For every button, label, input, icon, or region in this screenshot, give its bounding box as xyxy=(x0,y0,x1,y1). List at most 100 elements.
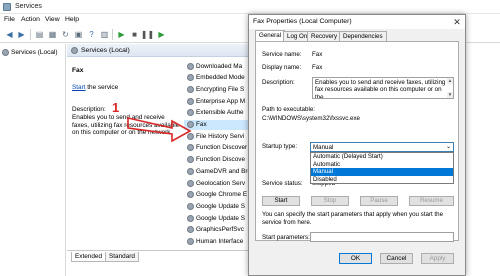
forward-icon[interactable]: ▶ xyxy=(16,29,27,40)
description-label: Description: xyxy=(262,79,295,86)
tab-recovery[interactable]: Recovery xyxy=(307,31,342,41)
start-service-link[interactable]: Start xyxy=(72,84,86,91)
startup-type-label: Startup type: xyxy=(262,143,298,150)
view-tabs: Extended Standard xyxy=(67,250,251,262)
pause-button[interactable]: Pause xyxy=(360,196,398,206)
annotation-number-1: 1 xyxy=(112,100,120,115)
chevron-down-icon[interactable]: ⌄ xyxy=(446,143,451,150)
tab-extended[interactable]: Extended xyxy=(71,252,107,262)
service-row-name: GraphicsPerfSvc xyxy=(196,226,244,234)
start-parameters-input[interactable] xyxy=(310,232,454,242)
gear-icon xyxy=(187,214,194,222)
properties-icon[interactable]: ▦ xyxy=(47,29,58,40)
start-parameters-label: Start parameters: xyxy=(262,234,310,241)
start-service-suffix: the service xyxy=(85,84,119,91)
service-row-name: Extensible Authe xyxy=(196,109,244,117)
startup-option-disabled[interactable]: Disabled xyxy=(311,176,453,184)
startup-option-automatic-delayed[interactable]: Automatic (Delayed Start) xyxy=(311,153,453,161)
service-row[interactable]: Extensible Authe xyxy=(184,108,251,118)
service-name-value: Fax xyxy=(312,51,323,58)
stop-service-icon[interactable]: ■ xyxy=(129,29,140,40)
dialog-title: Fax Properties (Local Computer) xyxy=(253,18,352,25)
scroll-down-icon[interactable]: ▼ xyxy=(447,92,453,98)
service-row[interactable]: Google Chrome E xyxy=(184,190,251,200)
gear-icon xyxy=(187,97,194,105)
service-row-name: GameDVR and Bro xyxy=(196,167,251,175)
view-icon[interactable]: ▥ xyxy=(99,29,110,40)
toolbar-separator xyxy=(30,29,31,40)
service-row[interactable]: Embedded Mode xyxy=(184,73,251,83)
gear-icon xyxy=(187,156,194,164)
service-name-label: Service name: xyxy=(262,51,302,58)
service-row[interactable]: Google Update S xyxy=(184,201,251,211)
restart-service-icon[interactable]: ▶ xyxy=(156,29,167,40)
service-row[interactable]: GameDVR and Bro xyxy=(184,166,251,176)
gear-icon xyxy=(187,202,194,210)
service-row[interactable]: Downloaded Ma xyxy=(184,61,251,71)
services-app-icon xyxy=(3,3,11,11)
gear-icon xyxy=(187,191,194,199)
ok-button[interactable]: OK xyxy=(339,253,372,264)
service-row-name: File History Servi xyxy=(196,132,245,140)
gear-icon xyxy=(187,74,194,82)
cancel-button[interactable]: Cancel xyxy=(380,253,413,264)
description-box[interactable]: Enables you to send and receive faxes, u… xyxy=(312,77,454,99)
menu-action[interactable]: Action xyxy=(21,16,40,23)
service-row[interactable]: Fax xyxy=(184,119,251,130)
stop-button[interactable]: Stop xyxy=(311,196,349,206)
export-icon[interactable]: ▣ xyxy=(73,29,84,40)
start-button[interactable]: Start xyxy=(262,196,300,206)
window-title: Services xyxy=(15,3,42,10)
service-row[interactable]: Function Discove xyxy=(184,155,251,165)
startup-option-automatic[interactable]: Automatic xyxy=(311,161,453,169)
description-label: Description: xyxy=(72,106,106,113)
tab-general[interactable]: General xyxy=(255,30,286,41)
console-tree-icon[interactable]: ▤ xyxy=(34,29,45,40)
service-row-name: Google Chrome E xyxy=(196,191,248,199)
service-row[interactable]: Google Update S xyxy=(184,213,251,223)
service-row-name: Geolocation Serv xyxy=(196,179,246,187)
service-row-name: Enterprise App M xyxy=(196,97,246,105)
close-icon[interactable]: ✕ xyxy=(452,17,462,27)
service-row[interactable]: GraphicsPerfSvc xyxy=(184,225,251,235)
gear-icon xyxy=(187,109,194,117)
service-row[interactable]: Function Discover xyxy=(184,143,251,153)
service-row-name: Google Update S xyxy=(196,202,246,210)
service-row[interactable]: File History Servi xyxy=(184,131,251,141)
startup-type-select[interactable]: Manual ⌄ xyxy=(310,142,454,152)
gear-icon xyxy=(71,47,78,54)
service-row[interactable]: Encrypting File S xyxy=(184,84,251,94)
selected-service-name: Fax xyxy=(72,67,84,74)
back-icon[interactable]: ◀ xyxy=(4,29,15,40)
service-row[interactable]: Geolocation Serv xyxy=(184,178,251,188)
gear-icon xyxy=(2,48,9,56)
service-row-name: Function Discove xyxy=(196,156,246,164)
apply-button[interactable]: Apply xyxy=(421,253,454,264)
service-row[interactable]: Human Interface xyxy=(184,237,251,247)
service-status-label: Service status: xyxy=(262,180,303,187)
tree-item-services-local[interactable]: Services (Local) xyxy=(2,47,58,57)
help-icon[interactable]: ? xyxy=(86,29,97,40)
menu-view[interactable]: View xyxy=(45,16,60,23)
gear-icon xyxy=(187,121,194,128)
scroll-up-icon[interactable]: ▲ xyxy=(447,78,453,84)
startup-option-manual[interactable]: Manual xyxy=(311,168,453,176)
gear-icon xyxy=(187,85,194,93)
service-row-name: Google Update S xyxy=(196,214,246,222)
menu-help[interactable]: Help xyxy=(65,16,79,23)
pause-service-icon[interactable]: ❚❚ xyxy=(141,29,154,40)
tab-dependencies[interactable]: Dependencies xyxy=(339,31,387,41)
services-content: Services (Local) Fax Start the service D… xyxy=(67,44,251,276)
menu-file[interactable]: File xyxy=(4,16,15,23)
service-list: Downloaded Ma Embedded Mode Encrypting Fil… xyxy=(184,57,251,250)
refresh-icon[interactable]: ↻ xyxy=(60,29,71,40)
gear-icon xyxy=(187,179,194,187)
start-parameters-hint: You can specify the start parameters tha… xyxy=(262,211,444,226)
content-header: Services (Local) xyxy=(67,44,251,57)
start-service-icon[interactable]: ▶ xyxy=(116,29,127,40)
resume-button[interactable]: Resume xyxy=(409,196,454,206)
description-text: Enables you to send and receive faxes, u… xyxy=(72,114,180,137)
tab-standard[interactable]: Standard xyxy=(105,252,139,262)
service-row[interactable]: Enterprise App M xyxy=(184,96,251,106)
startup-type-dropdown: Automatic (Delayed Start) Automatic Manu… xyxy=(310,152,454,184)
